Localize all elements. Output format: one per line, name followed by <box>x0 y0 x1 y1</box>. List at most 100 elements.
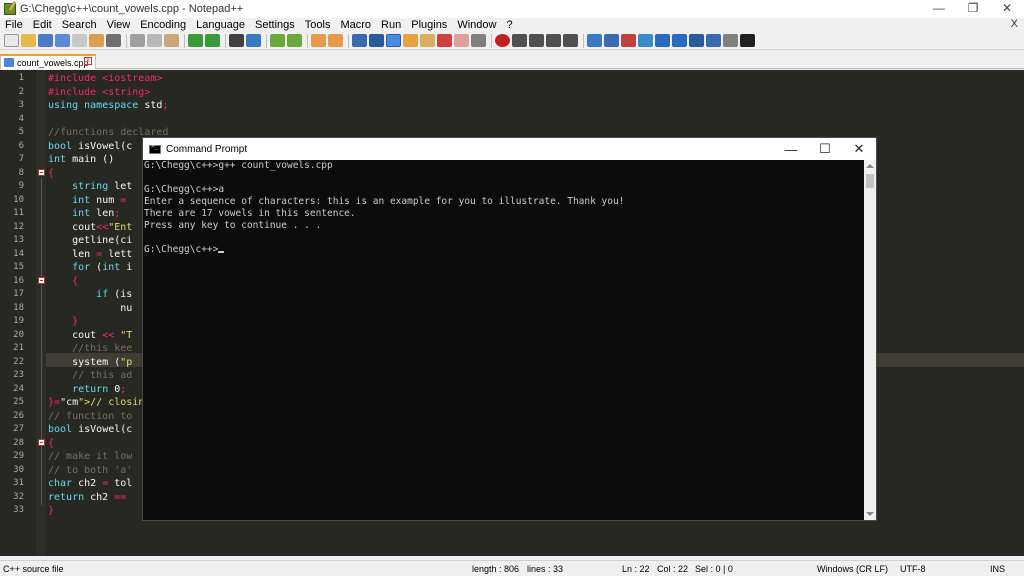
cmd-close-button[interactable]: ✕ <box>842 138 876 160</box>
plugin-icon-8[interactable] <box>706 34 721 47</box>
code-line[interactable]: len = lett <box>48 248 132 262</box>
minimize-button[interactable]: — <box>922 0 956 16</box>
cmd-maximize-button[interactable]: ☐ <box>808 138 842 160</box>
plugin-icon-1[interactable] <box>587 34 602 47</box>
menu-plugins[interactable]: Plugins <box>406 19 452 31</box>
code-line[interactable]: cout<<"Ent <box>48 221 132 235</box>
code-line[interactable]: int num = <box>48 194 132 208</box>
paste-icon[interactable] <box>164 34 179 47</box>
fold-collapse-icon[interactable] <box>38 169 45 176</box>
undo-icon[interactable] <box>188 34 203 47</box>
sync-horizontal-icon[interactable] <box>328 34 343 47</box>
code-line[interactable]: return ch2 == <box>48 491 132 505</box>
code-line[interactable]: string let <box>48 180 132 194</box>
menu-view[interactable]: View <box>102 19 136 31</box>
menu-encoding[interactable]: Encoding <box>135 19 191 31</box>
cut-icon[interactable] <box>130 34 145 47</box>
menu-file[interactable]: File <box>0 19 28 31</box>
fold-collapse-icon[interactable] <box>38 277 45 284</box>
code-line[interactable]: getline(ci <box>48 234 132 248</box>
code-line[interactable]: } <box>48 315 78 329</box>
menu-edit[interactable]: Edit <box>28 19 57 31</box>
code-line[interactable]: //this kee <box>48 342 132 356</box>
word-wrap-icon[interactable] <box>352 34 367 47</box>
code-line[interactable]: #include <iostream> <box>48 72 162 86</box>
tab-count-vowels[interactable]: count_vowels.cpp x <box>0 54 96 69</box>
code-line[interactable]: cout << "T <box>48 329 132 343</box>
folder-workspace-icon[interactable] <box>454 34 469 47</box>
cmd-minimize-button[interactable]: — <box>774 138 808 160</box>
doc-map-icon[interactable] <box>420 34 435 47</box>
open-file-icon[interactable] <box>21 34 36 47</box>
play-macro-icon[interactable] <box>529 34 544 47</box>
code-line[interactable]: if (is <box>48 288 132 302</box>
menu-language[interactable]: Language <box>191 19 250 31</box>
spell-check-icon[interactable] <box>723 34 738 47</box>
plugin-icon-3[interactable] <box>621 34 636 47</box>
code-line[interactable]: { <box>48 167 54 181</box>
new-file-icon[interactable] <box>4 34 19 47</box>
code-line[interactable]: for (int i <box>48 261 132 275</box>
cmd-title-bar[interactable]: Command Prompt — ☐ ✕ <box>143 138 876 160</box>
function-list-icon[interactable] <box>437 34 452 47</box>
menu-settings[interactable]: Settings <box>250 19 300 31</box>
code-line[interactable]: } <box>48 504 54 518</box>
menu-macro[interactable]: Macro <box>335 19 376 31</box>
code-line[interactable]: { <box>48 275 78 289</box>
close-button[interactable]: ✕ <box>990 0 1024 16</box>
menu-help[interactable]: ? <box>501 19 517 31</box>
menu-search[interactable]: Search <box>57 19 102 31</box>
monitoring-icon[interactable] <box>471 34 486 47</box>
lang-define-icon[interactable] <box>403 34 418 47</box>
menu-tools[interactable]: Tools <box>300 19 336 31</box>
status-insert-mode[interactable]: INS <box>990 564 1005 574</box>
replace-icon[interactable] <box>246 34 261 47</box>
plugin-icon-4[interactable] <box>638 34 653 47</box>
menu-window[interactable]: Window <box>452 19 501 31</box>
code-line[interactable]: // make it low <box>48 450 132 464</box>
fold-collapse-icon[interactable] <box>38 439 45 446</box>
tab-close-icon[interactable]: x <box>84 57 92 65</box>
status-eol[interactable]: Windows (CR LF) <box>817 564 888 574</box>
plugin-down-icon[interactable] <box>672 34 687 47</box>
code-line[interactable]: using namespace std; <box>48 99 168 113</box>
redo-icon[interactable] <box>205 34 220 47</box>
command-prompt-window[interactable]: Command Prompt — ☐ ✕ G:\Chegg\c++>g++ co… <box>142 137 877 521</box>
code-line[interactable]: #include <string> <box>48 86 150 100</box>
close-all-icon[interactable] <box>89 34 104 47</box>
save-macro-icon[interactable] <box>563 34 578 47</box>
code-line[interactable]: int len; <box>48 207 120 221</box>
plugin-icon-2[interactable] <box>604 34 619 47</box>
code-line[interactable]: return 0; <box>48 383 126 397</box>
zoom-out-icon[interactable] <box>287 34 302 47</box>
plugin-icon-7[interactable] <box>689 34 704 47</box>
code-line[interactable]: // this ad <box>48 369 132 383</box>
print-icon[interactable] <box>106 34 121 47</box>
code-line[interactable]: bool isVowel(c <box>48 423 132 437</box>
code-line[interactable]: bool isVowel(c <box>48 140 132 154</box>
record-macro-icon[interactable] <box>495 34 510 47</box>
save-all-icon[interactable] <box>55 34 70 47</box>
cmd-scrollbar[interactable] <box>864 160 876 520</box>
sync-vertical-icon[interactable] <box>311 34 326 47</box>
copy-icon[interactable] <box>147 34 162 47</box>
find-icon[interactable] <box>229 34 244 47</box>
code-line[interactable]: nu <box>48 302 132 316</box>
zoom-in-icon[interactable] <box>270 34 285 47</box>
status-encoding[interactable]: UTF-8 <box>900 564 926 574</box>
code-line[interactable]: system ("p <box>48 356 132 370</box>
close-file-icon[interactable] <box>72 34 87 47</box>
stop-macro-icon[interactable] <box>512 34 527 47</box>
code-line[interactable]: { <box>48 437 54 451</box>
code-line[interactable]: int main () <box>48 153 114 167</box>
run-macro-multiple-icon[interactable] <box>546 34 561 47</box>
restore-button[interactable]: ❐ <box>956 0 990 16</box>
scroll-thumb[interactable] <box>866 174 874 188</box>
code-line[interactable]: // function to <box>48 410 132 424</box>
show-all-chars-icon[interactable] <box>369 34 384 47</box>
indent-guide-icon[interactable] <box>386 34 401 47</box>
plugin-up-icon[interactable] <box>655 34 670 47</box>
code-line[interactable]: // to both 'a' <box>48 464 132 478</box>
code-line[interactable]: char ch2 = tol <box>48 477 132 491</box>
close-document-button[interactable]: X <box>1011 18 1018 30</box>
